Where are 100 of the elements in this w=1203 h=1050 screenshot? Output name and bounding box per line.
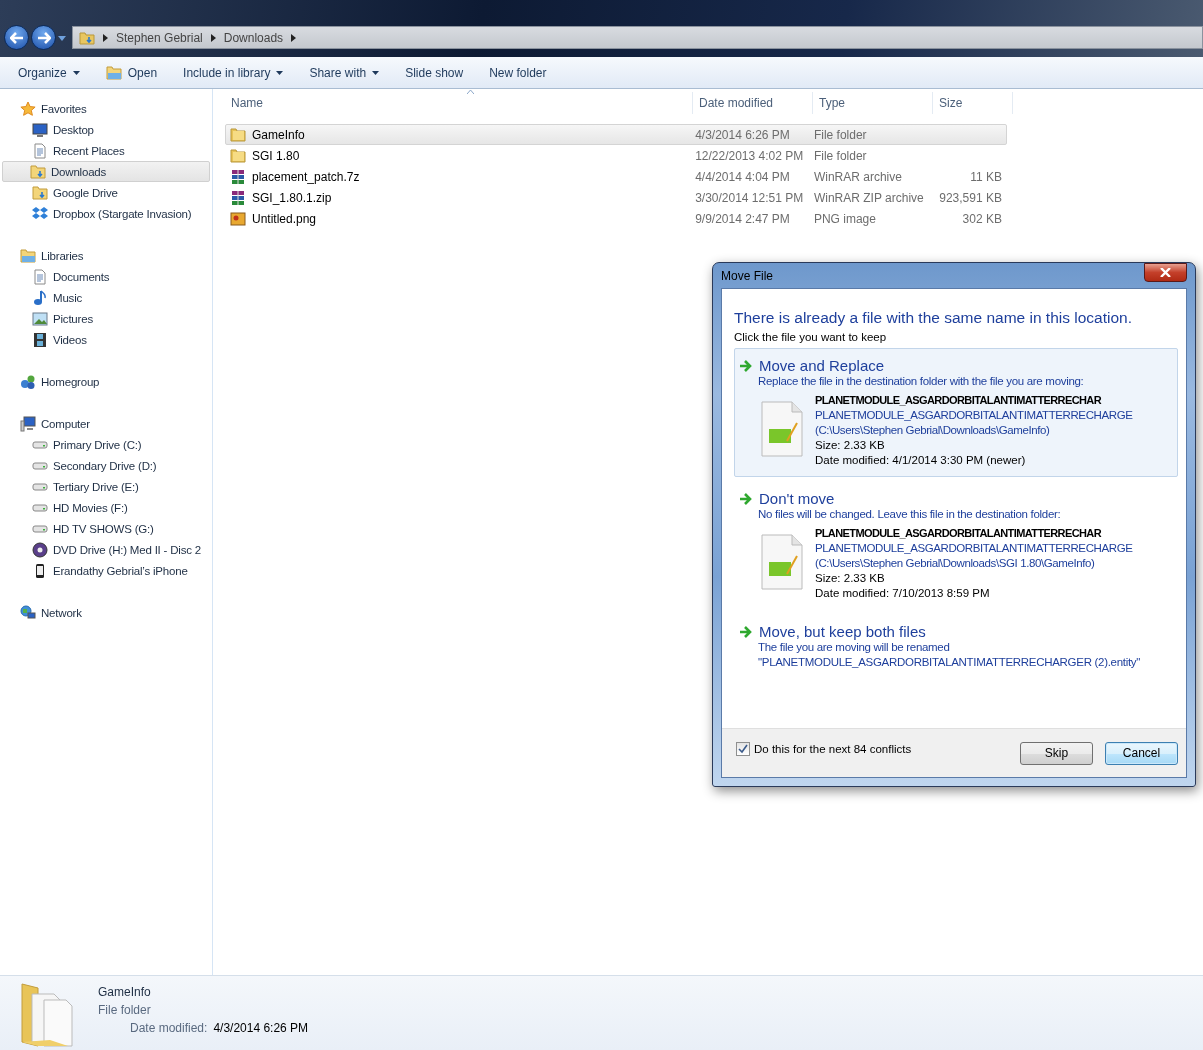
file-row[interactable]: SGI 1.80 12/22/2013 4:02 PM File folder — [225, 145, 1007, 166]
globe-icon — [20, 604, 36, 621]
nav-item[interactable]: Primary Drive (C:) — [2, 434, 210, 455]
chevron-icon[interactable] — [210, 33, 216, 42]
nav-item[interactable]: Videos — [2, 329, 210, 350]
nav-item[interactable]: Dropbox (Stargate Invasion) — [2, 203, 210, 224]
nav-item[interactable]: Downloads — [2, 161, 210, 182]
image-icon — [230, 210, 246, 227]
choice-option[interactable]: Move, but keep both files The file you are moving will be renamed "PLANETMODULE_ASGARDORBITALANTIMATTERRECHARGER (2).entity" — [734, 614, 1178, 679]
nav-item[interactable]: Favorites — [0, 98, 212, 119]
chevron-icon[interactable] — [291, 33, 297, 42]
dialog-heading: There is already a file with the same name in this location. — [734, 309, 1134, 327]
picture-icon — [32, 310, 48, 327]
caret-icon — [372, 70, 380, 75]
nav-item[interactable]: Documents — [2, 266, 210, 287]
circles-icon — [20, 373, 36, 390]
date-cell-text: 3/30/2014 12:51 PM — [694, 190, 805, 205]
drive-icon — [32, 482, 48, 491]
toolbar-button[interactable]: New folder — [479, 62, 557, 83]
column-header[interactable]: Date modified — [693, 92, 813, 114]
folder-icon — [30, 163, 46, 180]
type-cell-text: WinRAR archive — [812, 169, 903, 184]
document-icon — [32, 142, 48, 159]
document-icon — [761, 534, 803, 590]
option-description: The file you are moving will be renamed — [757, 640, 951, 655]
nav-item[interactable]: Google Drive — [2, 182, 210, 203]
date-cell-text: 4/4/2014 4:04 PM — [694, 169, 791, 184]
toolbar-button[interactable]: Share with — [299, 62, 390, 83]
file-size: Size: 2.33 KB — [815, 571, 886, 586]
type-cell-text: PNG image — [812, 211, 877, 226]
column-header[interactable]: Type — [813, 92, 933, 114]
close-button[interactable] — [1144, 263, 1187, 282]
folder-icon — [32, 184, 48, 201]
date-label: Date modified: — [130, 1020, 208, 1037]
file-row[interactable]: SGI_1.80.1.zip 3/30/2014 12:51 PM WinRAR ZIP archive 923,591 KB — [225, 187, 1007, 208]
close-icon — [1160, 268, 1171, 277]
checkbox[interactable] — [736, 742, 750, 756]
option-title: Move and Replace — [759, 357, 885, 374]
file-name: PLANETMODULE_ASGARDORBITALANTIMATTERRECHAR — [815, 393, 1103, 408]
folder-icon — [20, 247, 36, 264]
file-name: SGI 1.80 — [252, 148, 300, 163]
disc-icon — [32, 541, 48, 558]
date-cell-text: 4/3/2014 6:26 PM — [694, 127, 791, 142]
nav-item[interactable]: Pictures — [2, 308, 210, 329]
nav-item[interactable]: HD TV SHOWS (G:) — [2, 518, 210, 539]
file-path: (C:\Users\Stephen Gebrial\Downloads\SGI 1.80\GameInfo) — [815, 556, 1096, 571]
toolbar-button[interactable]: Include in library — [173, 62, 294, 83]
archive-icon — [230, 189, 246, 206]
dropdown-icon[interactable] — [58, 36, 66, 41]
option-description: No files will be changed. Leave this file in the destination folder: — [757, 507, 1062, 522]
size-cell: 302 KB — [962, 211, 1002, 226]
forward-button[interactable] — [31, 25, 56, 50]
nav-item[interactable]: Homegroup — [0, 371, 212, 392]
type-cell-text: File folder — [812, 127, 868, 142]
folder-icon — [230, 147, 246, 164]
nav-item[interactable]: HD Movies (F:) — [2, 497, 210, 518]
address-bar[interactable]: Stephen Gebrial Downloads — [72, 26, 1203, 49]
nav-item[interactable]: Desktop — [2, 119, 210, 140]
breadcrumb-item[interactable]: Stephen Gebrial — [116, 30, 203, 45]
item-type: File folder — [98, 1002, 152, 1019]
archive-icon — [230, 168, 246, 185]
nav-item[interactable]: Secondary Drive (D:) — [2, 455, 210, 476]
toolbar-button[interactable]: Organize — [8, 62, 90, 83]
file-row[interactable]: Untitled.png 9/9/2014 2:47 PM PNG image 302 KB — [225, 208, 1007, 229]
document-icon — [761, 401, 803, 457]
folder-icon — [20, 980, 74, 1048]
chevron-icon[interactable] — [103, 33, 108, 42]
dialog-button[interactable]: Skip — [1020, 741, 1093, 765]
file-name: GameInfo — [252, 127, 305, 142]
nav-item[interactable]: Music — [2, 287, 210, 308]
file-row[interactable]: GameInfo 4/3/2014 6:26 PM File folder — [225, 124, 1007, 145]
file-row[interactable]: placement_patch.7z 4/4/2014 4:04 PM WinRAR archive 11 KB — [225, 166, 1007, 187]
folder-icon — [230, 126, 246, 143]
toolbar-button[interactable]: Slide show — [395, 62, 474, 83]
nav-item[interactable]: DVD Drive (H:) Med II - Disc 2 — [2, 539, 210, 560]
film-icon — [32, 331, 48, 348]
column-header[interactable]: Size — [933, 92, 1013, 114]
nav-item[interactable]: Tertiary Drive (E:) — [2, 476, 210, 497]
nav-item[interactable]: Network — [0, 602, 212, 623]
dialog-button[interactable]: Cancel — [1105, 741, 1178, 765]
file-name: placement_patch.7z — [252, 169, 360, 184]
nav-item[interactable]: Erandathy Gebrial’s iPhone — [2, 560, 210, 581]
file-name: PLANETMODULE_ASGARDORBITALANTIMATTERRECHARGE — [815, 541, 1133, 556]
arrow-icon — [739, 625, 753, 638]
choice-option[interactable] — [734, 348, 1178, 477]
breadcrumb-item[interactable]: Downloads — [223, 30, 284, 45]
nav-item[interactable]: Recent Places — [2, 140, 210, 161]
dialog-title: Move File — [721, 268, 773, 283]
back-button[interactable] — [4, 25, 29, 50]
nav-item[interactable]: Libraries — [0, 245, 212, 266]
toolbar-button[interactable]: Open — [95, 62, 168, 83]
option-title: Don't move — [759, 490, 835, 507]
caret-icon — [276, 70, 284, 75]
monitor-icon — [32, 121, 48, 138]
nav-item[interactable]: Computer — [0, 413, 212, 434]
column-header[interactable]: Name — [225, 92, 693, 114]
arrow-icon — [739, 492, 753, 505]
dialog-instruction: Click the file you want to keep — [734, 331, 888, 343]
size-cell: 923,591 KB — [939, 190, 1002, 205]
file-name: PLANETMODULE_ASGARDORBITALANTIMATTERRECHAR — [815, 526, 1103, 541]
